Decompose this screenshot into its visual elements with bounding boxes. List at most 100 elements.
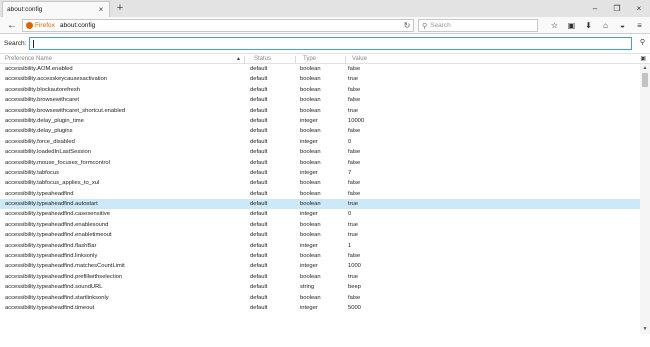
search-placeholder: Search	[430, 22, 451, 29]
pref-status-cell: default	[250, 232, 268, 239]
url-bar[interactable]: Firefox about:config ↻	[22, 19, 414, 32]
pref-status-cell: default	[250, 263, 268, 270]
column-separator[interactable]	[345, 56, 346, 63]
tab-about-config[interactable]: about:config ×	[2, 1, 110, 17]
back-button[interactable]: ←	[7, 19, 17, 32]
pref-value-cell: true	[348, 76, 358, 83]
pref-type-cell: boolean	[300, 253, 321, 260]
pref-status-cell: default	[250, 138, 268, 145]
tab-title: about:config	[7, 6, 43, 13]
table-row[interactable]: accessibility.typeaheadfind.linksonly def…	[0, 251, 650, 261]
pref-status-cell: default	[250, 159, 268, 166]
pref-value-cell: 0	[348, 138, 352, 145]
search-icon: ⚲	[422, 22, 428, 30]
table-row[interactable]: accessibility.typeaheadfind.soundURL defa…	[0, 282, 650, 292]
reload-icon[interactable]: ↻	[401, 21, 413, 30]
pref-name-cell: accessibility.delay_plugins	[5, 128, 73, 135]
table-row[interactable]: accessibility.typeaheadfind.matchesCount…	[0, 261, 650, 271]
table-row[interactable]: accessibility.delay_plugins default boolea…	[0, 126, 650, 136]
pref-value-cell: false	[348, 190, 361, 197]
pref-status-cell: default	[250, 149, 268, 156]
sort-ascending-icon: ▲	[236, 56, 241, 62]
pref-status-cell: default	[250, 294, 268, 301]
home-icon[interactable]: ⌂	[597, 19, 614, 32]
table-row[interactable]: accessibility.typeaheadfind.prefillwiths…	[0, 272, 650, 282]
pref-type-cell: integer	[300, 117, 318, 124]
table-row[interactable]: accessibility.AOM.enabled default boolean f…	[0, 64, 650, 74]
pref-type-cell: boolean	[300, 86, 321, 93]
pref-name-cell: accessibility.typeaheadfind.prefillwiths…	[5, 273, 123, 280]
table-row[interactable]: accessibility.tabfocus_applies_to_xul def…	[0, 178, 650, 188]
table-row[interactable]: accessibility.typeaheadfind.enabletimeou…	[0, 230, 650, 240]
close-window-button[interactable]: ×	[628, 0, 650, 17]
table-row[interactable]: accessibility.force_disabled default integ…	[0, 137, 650, 147]
pref-type-cell: boolean	[300, 232, 321, 239]
pref-value-cell: 1000	[348, 263, 361, 270]
table-row[interactable]: accessibility.typeaheadfind.enablesound d…	[0, 220, 650, 230]
column-separator[interactable]	[295, 56, 296, 63]
scroll-up-icon[interactable]: ▲	[640, 64, 650, 73]
pref-name-cell: accessibility.typeaheadfind.flashBar	[5, 242, 97, 249]
pref-name-cell: accessibility.typeaheadfind.casesensitiv…	[5, 211, 110, 218]
pref-type-cell: boolean	[300, 159, 321, 166]
pref-value-cell: false	[348, 66, 361, 72]
pref-status-cell: default	[250, 117, 268, 124]
scroll-down-icon[interactable]: ▼	[640, 325, 650, 334]
pref-value-cell: 10000	[348, 117, 365, 124]
download-icon[interactable]: ⬇	[580, 19, 597, 32]
column-picker-icon[interactable]: ▣	[640, 54, 646, 64]
pref-type-cell: boolean	[300, 180, 321, 187]
tab-close-icon[interactable]: ×	[97, 5, 105, 14]
restore-button[interactable]: ❐	[606, 0, 628, 17]
table-row[interactable]: accessibility.typeaheadfind.timeout defau…	[0, 303, 650, 313]
filter-row: Search: ⚲	[0, 34, 650, 53]
pref-value-cell: false	[348, 86, 361, 93]
pref-value-cell: true	[348, 107, 358, 114]
table-row[interactable]: accessibility.typeaheadfind.startlinkson…	[0, 293, 650, 303]
pref-status-cell: default	[250, 86, 268, 93]
pref-status-cell: default	[250, 66, 268, 72]
pref-name-cell: accessibility.browsewithcaret_shortcut.e…	[5, 107, 126, 114]
pref-type-cell: boolean	[300, 76, 321, 83]
star-icon[interactable]: ☆	[546, 19, 563, 32]
pref-value-cell: false	[348, 180, 361, 187]
search-bar[interactable]: ⚲ Search	[418, 19, 538, 32]
table-row[interactable]: accessibility.browsewithcaret default bool…	[0, 95, 650, 105]
table-row[interactable]: accessibility.browsewithcaret_shortcut.e…	[0, 106, 650, 116]
pref-value-cell: false	[348, 149, 361, 156]
pref-type-cell: boolean	[300, 66, 321, 72]
table-row[interactable]: accessibility.mouse_focuses_formcontrol d…	[0, 158, 650, 168]
pref-type-cell: boolean	[300, 97, 321, 104]
url-text[interactable]: about:config	[60, 22, 401, 29]
table-row[interactable]: accessibility.blockautorefresh default boo…	[0, 85, 650, 95]
pref-type-cell: integer	[300, 169, 318, 176]
table-row[interactable]: accessibility.delay_plugin_time default in…	[0, 116, 650, 126]
table-row[interactable]: accessibility.accesskeycausesactivation d…	[0, 74, 650, 84]
table-row[interactable]: accessibility.loadedInLastSession default…	[0, 147, 650, 157]
pref-name-cell: accessibility.delay_plugin_time	[5, 117, 84, 124]
table-row[interactable]: accessibility.tabfocus default integer 7	[0, 168, 650, 178]
filter-input[interactable]	[29, 37, 632, 50]
preferences-table: accessibility.AOM.enabled default boolean f…	[0, 64, 650, 334]
pref-status-cell: default	[250, 128, 268, 135]
pref-name-cell: accessibility.mouse_focuses_formcontrol	[5, 159, 110, 166]
scroll-thumb[interactable]	[642, 73, 648, 87]
table-row[interactable]: accessibility.typeaheadfind.autostart def…	[0, 199, 650, 210]
new-tab-button[interactable]: +	[114, 2, 126, 15]
pref-status-cell: default	[250, 201, 268, 208]
pref-value-cell: false	[348, 159, 361, 166]
minimize-button[interactable]: –	[584, 0, 606, 17]
pref-name-cell: accessibility.typeaheadfind.matchesCount…	[5, 263, 125, 270]
vertical-scrollbar[interactable]: ▲ ▼	[640, 64, 650, 334]
table-row[interactable]: accessibility.typeaheadfind.flashBar defa…	[0, 241, 650, 251]
table-row[interactable]: accessibility.typeaheadfind.casesensitiv…	[0, 209, 650, 219]
table-row[interactable]: accessibility.typeaheadfind default boolea…	[0, 189, 650, 199]
pref-type-cell: boolean	[300, 149, 321, 156]
column-separator[interactable]	[244, 56, 245, 63]
pref-type-cell: string	[300, 284, 315, 291]
pref-type-cell: boolean	[300, 273, 321, 280]
pref-value-cell: true	[348, 201, 358, 208]
library-icon[interactable]: ▣	[563, 19, 580, 32]
menu-icon[interactable]: ≡	[631, 19, 648, 32]
pocket-icon[interactable]: ◒	[614, 19, 631, 32]
